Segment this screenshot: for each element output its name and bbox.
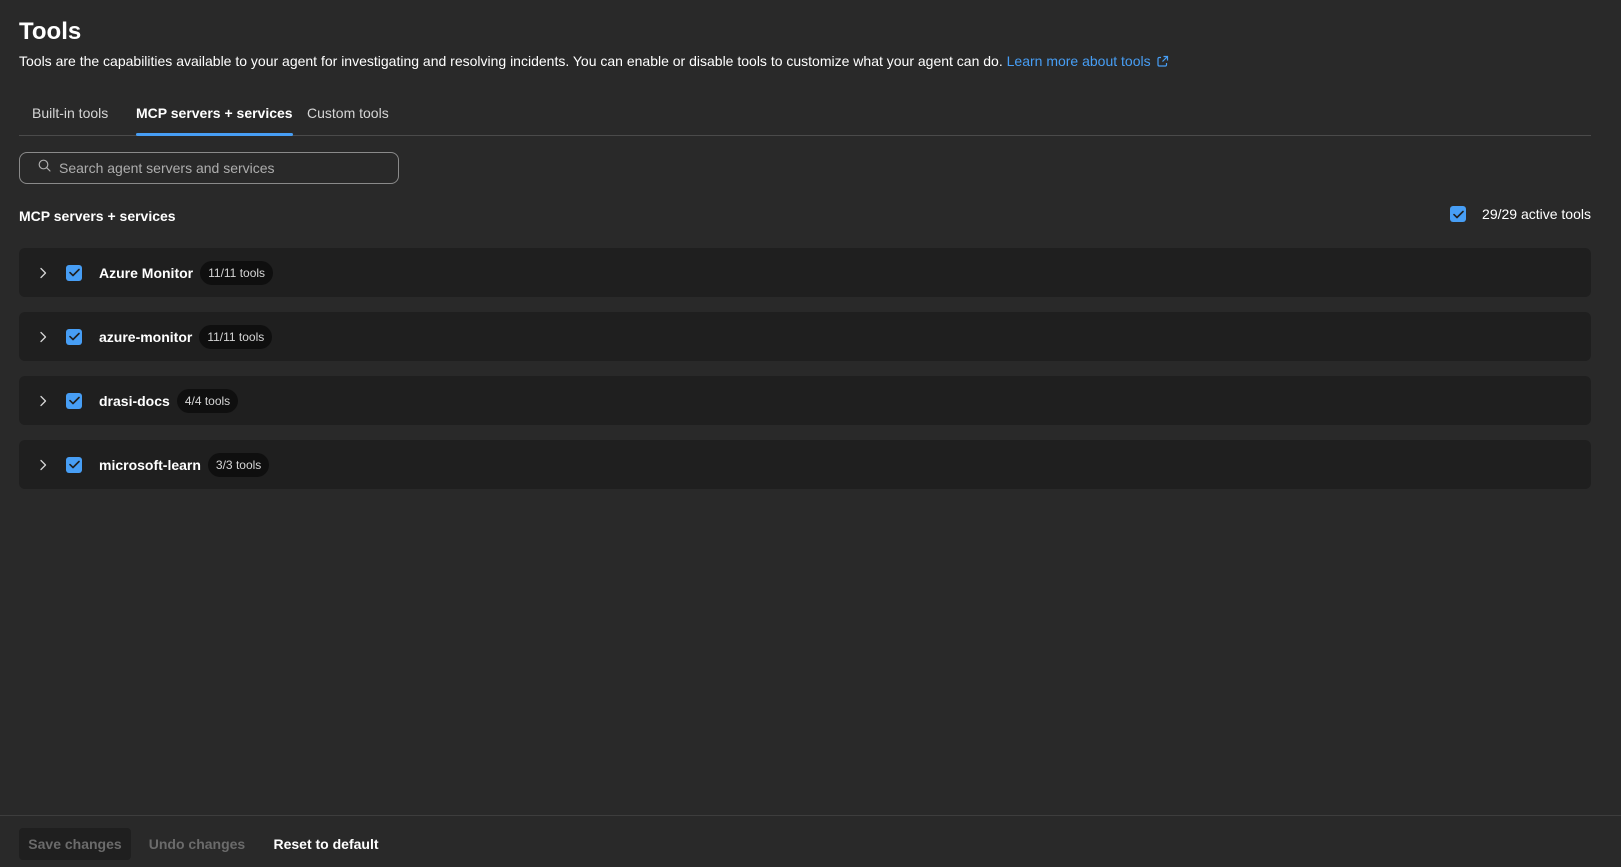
checkmark-icon [1452, 210, 1464, 218]
page-title: Tools [19, 18, 82, 45]
page-description: Tools are the capabilities available to … [19, 52, 1169, 72]
server-checkbox[interactable] [66, 264, 82, 281]
search-box [19, 152, 399, 184]
server-name: drasi-docs [99, 392, 170, 409]
server-row-microsoft-learn[interactable]: microsoft-learn 3/3 tools [19, 440, 1591, 489]
footer-bar: Save changes Undo changes Reset to defau… [0, 815, 1621, 867]
chevron-right-icon[interactable] [39, 459, 49, 471]
tools-page: Tools Tools are the capabilities availab… [0, 0, 1621, 867]
checkmark-icon [68, 460, 80, 469]
chevron-right-icon[interactable] [39, 267, 49, 279]
checkmark-icon [68, 332, 80, 341]
checkmark-icon [68, 396, 80, 405]
learn-more-link[interactable]: Learn more about tools [1007, 53, 1169, 69]
description-text: Tools are the capabilities available to … [19, 53, 1003, 69]
reset-to-default-button[interactable]: Reset to default [266, 828, 386, 860]
server-checkbox[interactable] [66, 392, 82, 409]
server-checkbox[interactable] [66, 456, 82, 473]
active-tools-toggle: 29/29 active tools [1450, 206, 1591, 222]
section-title: MCP servers + services [19, 208, 176, 224]
tool-count-badge: 11/11 tools [200, 260, 274, 285]
server-name: azure-monitor [99, 328, 193, 345]
chevron-right-icon[interactable] [39, 395, 49, 407]
search-input[interactable] [59, 160, 398, 176]
search-icon [38, 159, 51, 177]
tool-count-badge: 3/3 tools [207, 452, 270, 477]
undo-changes-button[interactable]: Undo changes [141, 828, 253, 860]
external-link-icon [1156, 54, 1169, 72]
server-name: microsoft-learn [99, 456, 201, 473]
tab-list: Built-in tools MCP servers + services Cu… [19, 96, 1591, 136]
server-row-azure-monitor[interactable]: Azure Monitor 11/11 tools [19, 248, 1591, 297]
server-row-drasi-docs[interactable]: drasi-docs 4/4 tools [19, 376, 1591, 425]
server-row-azure-monitor-lower[interactable]: azure-monitor 11/11 tools [19, 312, 1591, 361]
chevron-right-icon[interactable] [39, 331, 49, 343]
tool-count-badge: 4/4 tools [176, 388, 239, 413]
active-tools-count: 29/29 active tools [1482, 206, 1591, 222]
learn-more-label: Learn more about tools [1006, 53, 1151, 69]
tool-count-badge: 11/11 tools [199, 324, 273, 349]
server-checkbox[interactable] [66, 328, 82, 345]
checkmark-icon [68, 268, 80, 277]
server-name: Azure Monitor [99, 264, 194, 281]
select-all-checkbox[interactable] [1450, 206, 1467, 222]
tab-custom-tools[interactable]: Custom tools [307, 96, 389, 136]
tab-built-in-tools[interactable]: Built-in tools [32, 96, 108, 136]
save-changes-button[interactable]: Save changes [19, 828, 131, 860]
tab-mcp-servers-services[interactable]: MCP servers + services [136, 96, 293, 136]
